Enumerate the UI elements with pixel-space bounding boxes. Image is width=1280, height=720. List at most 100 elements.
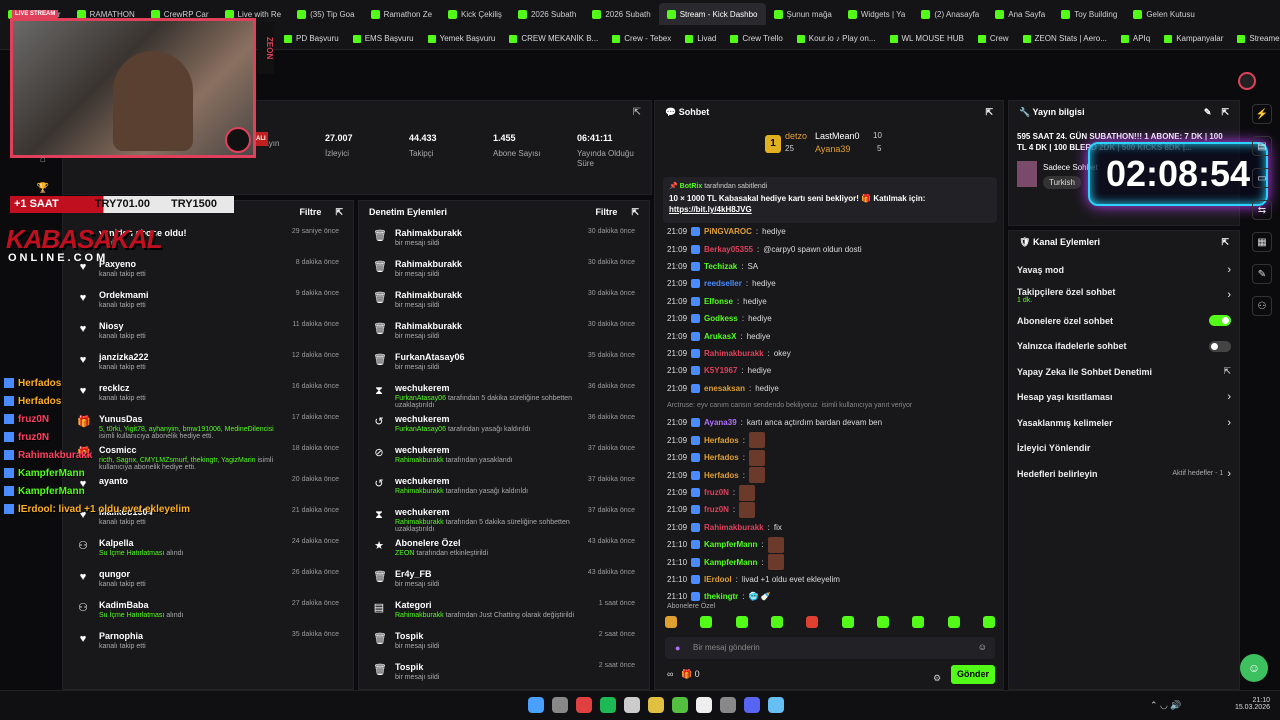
channel-action[interactable]: Hedefleri belirleyin Aktif hedefler - 1 › — [1009, 461, 1239, 487]
chat-message[interactable]: 21:09 fruz0N: — [655, 484, 1003, 501]
profile-avatar[interactable] — [1238, 72, 1256, 90]
activity-user[interactable]: Parnophia — [99, 631, 282, 641]
opera-icon[interactable] — [576, 697, 592, 713]
chat-bubble-icon[interactable]: ▭ — [1252, 168, 1272, 188]
bookmark-item[interactable]: Kour.io ♪ Play on... — [796, 34, 876, 43]
wrench-icon[interactable]: ✎ — [1252, 264, 1272, 284]
moderation-target[interactable]: wechukerem — [395, 476, 578, 486]
popout-icon[interactable]: ⇱ — [631, 207, 639, 218]
note-icon[interactable]: ▤ — [1252, 136, 1272, 156]
top-gifter-name[interactable]: LastMean0 — [815, 131, 860, 141]
bookmark-item[interactable]: ZEON Stats | Aero... — [1022, 34, 1107, 43]
popout-icon[interactable]: ⇱ — [1221, 237, 1229, 248]
emote-icon[interactable] — [665, 616, 677, 628]
moderation-target[interactable]: wechukerem — [395, 445, 578, 455]
browser-tab[interactable]: (35) Tip Goa — [289, 3, 362, 25]
moderation-row[interactable]: ★ Abonelere Özel ZEON tarafından etkinleşt… — [359, 533, 649, 564]
moderation-target[interactable]: Tospik — [395, 631, 589, 641]
browser-tab[interactable]: Stream - Kick Dashbo — [658, 3, 766, 25]
chat-username[interactable]: thekingtr — [704, 592, 738, 601]
bookmark-item[interactable]: EMS Başvuru — [352, 34, 414, 43]
moderator-name[interactable]: FurkanAtasay06 — [395, 395, 446, 402]
filter-button[interactable]: Filtre — [595, 207, 617, 218]
chat-message[interactable]: 21:09 Berkay05355: @carpy0 spawn oldun dos… — [655, 240, 1003, 257]
moderator-name[interactable]: Rahimakburakk — [395, 457, 444, 464]
moderator-name[interactable]: Rahimakburakk — [395, 519, 444, 526]
bookmark-item[interactable]: Streamer Panel — [1237, 34, 1280, 43]
chat-message[interactable]: 21:10 lErdool: livad +1 oldu evet ekleyeli… — [655, 571, 1003, 588]
activity-row[interactable]: ♥ Niosy kanalı takip etti 11 dakika önce — [63, 316, 353, 347]
bookmark-item[interactable]: Livad — [685, 34, 716, 43]
moderation-target[interactable]: Rahimakburakk — [395, 259, 578, 269]
browser-tab[interactable]: Toy Building — [1053, 3, 1125, 25]
moderation-target[interactable]: Rahimakburakk — [395, 321, 578, 331]
discord-icon[interactable] — [744, 697, 760, 713]
bookmark-item[interactable]: APIq — [1120, 34, 1150, 43]
channel-action[interactable]: Yalnızca ifadelerle sohbet — [1009, 334, 1239, 360]
pinned-link[interactable]: https://bit.ly/4kH8JVG — [669, 205, 991, 214]
activity-user[interactable]: Ordekmami — [99, 290, 286, 300]
emote-icon[interactable] — [947, 616, 960, 628]
moderator-name[interactable]: Rahimakburakk — [395, 488, 444, 495]
pinned-message[interactable]: 📌 BotRix tarafından sabitlendi 10 × 1000… — [663, 177, 997, 223]
bookmark-item[interactable]: Crew Trello — [730, 34, 783, 43]
chat-username[interactable]: Ayana39 — [704, 418, 737, 427]
browser-tab[interactable]: (2) Anasayfa — [913, 3, 987, 25]
steam-icon[interactable] — [624, 697, 640, 713]
chat-message[interactable]: 21:09 Godkess: hediye — [655, 310, 1003, 327]
chat-message[interactable]: 21:10 KampferMann: — [655, 536, 1003, 553]
chat-username[interactable]: Herfados — [704, 471, 739, 480]
tray-icons[interactable]: ⌃ ◡ 🔊 — [1150, 700, 1182, 711]
browser-tab[interactable]: Widgets | Ya — [840, 3, 913, 25]
chat-username[interactable]: ArukasX — [704, 332, 736, 341]
moderator-name[interactable]: Rahimakburakk — [395, 612, 444, 619]
search-icon[interactable] — [552, 697, 568, 713]
activity-row[interactable]: ♥ Parnophia kanalı takip etti 35 dakika önc… — [63, 626, 353, 657]
mic-icon[interactable]: ● — [675, 643, 680, 653]
chat-username[interactable]: PiNGVAROC — [704, 227, 752, 236]
emote-icon[interactable] — [700, 616, 713, 628]
code-icon[interactable]: ⇆ — [1252, 200, 1272, 220]
chat-message[interactable]: 21:09 Herfados: — [655, 449, 1003, 466]
chat-message[interactable]: 21:09 PiNGVAROC: hediye — [655, 223, 1003, 240]
moderation-row[interactable]: ⧗ wechukerem FurkanAtasay06 tarafından 5 d… — [359, 378, 649, 409]
bookmark-item[interactable]: Yemek Başvuru — [427, 34, 495, 43]
toggle-switch[interactable] — [1209, 340, 1231, 352]
chat-username[interactable]: Rahimakburakk — [704, 523, 764, 532]
chat-username[interactable]: Elfonse — [704, 297, 733, 306]
moderation-row[interactable]: 🗑 FurkanAtasay06 bir mesajı sildi 35 dakika… — [359, 347, 649, 378]
chat-username[interactable]: K5Y1967 — [704, 366, 737, 375]
emote-icon[interactable] — [770, 616, 783, 628]
chat-message[interactable]: 21:10 KampferMann: — [655, 553, 1003, 571]
bookmark-item[interactable]: Kampanyalar — [1164, 34, 1223, 43]
emote-icon[interactable] — [841, 616, 854, 628]
channel-action[interactable]: Hesap yaşı kısıtlaması › — [1009, 385, 1239, 411]
chat-message[interactable]: 21:09 reedseller: hediye — [655, 275, 1003, 292]
channel-action[interactable]: İzleyici Yönlendir — [1009, 436, 1239, 462]
bookmark-item[interactable]: CREW MEKANİK B... — [509, 34, 598, 43]
chat-message[interactable]: 21:09 ArukasX: hediye — [655, 327, 1003, 344]
support-chat-icon[interactable]: ☺ — [1240, 654, 1268, 682]
spotify-icon[interactable] — [600, 697, 616, 713]
popout-icon[interactable]: ⇱ — [633, 107, 641, 118]
chat-username[interactable]: Rahimakburakk — [704, 349, 764, 358]
moderation-row[interactable]: ↺ wechukerem Rahimakburakk tarafından yasa… — [359, 471, 649, 502]
epic-icon[interactable] — [696, 697, 712, 713]
popout-icon[interactable]: ⇱ — [335, 207, 343, 218]
settings-gear-icon[interactable]: ⚙ — [933, 673, 941, 684]
channel-action[interactable]: Yavaş mod › — [1009, 257, 1239, 283]
chat-message[interactable]: 21:09 Herfados: — [655, 432, 1003, 449]
browser-tab[interactable]: Ramathon Ze — [363, 3, 440, 25]
chat-username[interactable]: Herfados — [704, 436, 739, 445]
activity-row[interactable]: ⚇ Kalpella Su İçme Hatırlatması alındı 24 d… — [63, 533, 353, 564]
bookmark-item[interactable]: Crew - Tebex — [612, 34, 671, 43]
obs-icon[interactable] — [720, 697, 736, 713]
top-gifter-name[interactable]: detzo — [785, 131, 807, 141]
bolt-icon[interactable]: ⚡ — [1252, 104, 1272, 124]
calendar-icon[interactable]: ▦ — [1252, 232, 1272, 252]
activity-user[interactable]: Kalpella — [99, 538, 282, 548]
channel-action[interactable]: Yapay Zeka ile Sohbet Denetimi ⇱ — [1009, 359, 1239, 385]
emote-icon[interactable] — [735, 616, 748, 628]
top-gifter-name[interactable]: Ayana39 — [815, 144, 850, 154]
channel-action[interactable]: Yasaklanmış kelimeler › — [1009, 410, 1239, 436]
